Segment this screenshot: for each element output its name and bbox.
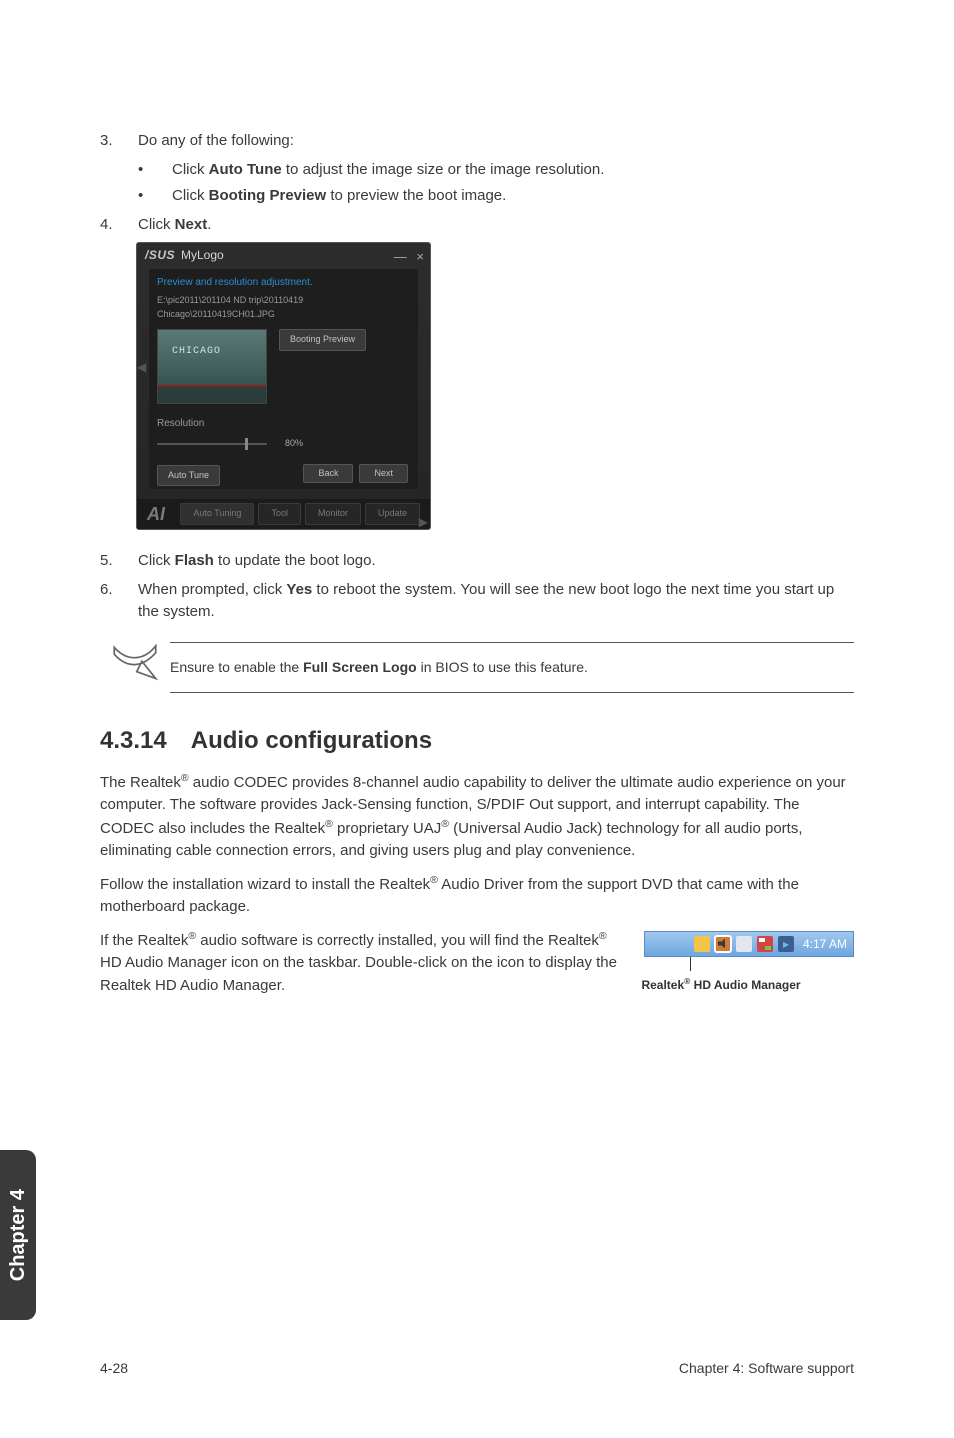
- bold-term: Flash: [175, 552, 214, 569]
- tray-time: 4:17 AM: [803, 935, 847, 953]
- tray-caption: Realtek® HD Audio Manager: [588, 975, 854, 994]
- pointer-line: [644, 957, 854, 973]
- text: to adjust the image size or the image re…: [282, 161, 605, 178]
- back-button[interactable]: Back: [303, 464, 353, 484]
- step-num: 6.: [100, 579, 138, 624]
- text: .: [207, 216, 211, 233]
- speaker-icon[interactable]: [715, 936, 731, 952]
- brand-logo: /SUS: [145, 246, 175, 264]
- thumbnail-watermark: CHICAGO: [172, 344, 221, 359]
- window-titlebar: /SUS MyLogo — ×: [137, 243, 430, 267]
- page-number: 4-28: [100, 1360, 128, 1376]
- file-path: E:\pic2011\201104 ND trip\20110419 Chica…: [157, 294, 410, 321]
- text: to update the boot logo.: [214, 552, 376, 569]
- bold-term: Booting Preview: [209, 187, 327, 204]
- step-num: 5.: [100, 550, 138, 573]
- text: Click: [138, 552, 175, 569]
- close-icon[interactable]: ×: [416, 249, 424, 264]
- paragraph: Follow the installation wizard to instal…: [100, 873, 854, 919]
- step-3b: • Click Booting Preview to preview the b…: [138, 185, 854, 208]
- note-text: in BIOS to use this feature.: [417, 659, 588, 675]
- note-icon: [100, 644, 170, 690]
- footer-brand: AI: [147, 501, 165, 528]
- footer-chapter: Chapter 4: Software support: [679, 1360, 854, 1376]
- resolution-slider[interactable]: [157, 443, 267, 445]
- chapter-tab: Chapter 4: [0, 1150, 36, 1320]
- step-5: 5. Click Flash to update the boot logo.: [100, 550, 854, 573]
- auto-tune-button[interactable]: Auto Tune: [157, 465, 220, 487]
- window-footer: AI Auto Tuning Tool Monitor Update: [137, 499, 430, 529]
- next-button[interactable]: Next: [359, 464, 408, 484]
- footer-tab-update[interactable]: Update: [365, 503, 420, 525]
- page-footer: 4-28 Chapter 4: Software support: [100, 1360, 854, 1376]
- step-3: 3. Do any of the following:: [100, 130, 854, 153]
- step-num: 3.: [100, 130, 138, 153]
- step-6: 6. When prompted, click Yes to reboot th…: [100, 579, 854, 624]
- bullet-dot: •: [138, 159, 172, 182]
- heading-number: 4.3.14: [100, 727, 167, 754]
- step-text: Do any of the following:: [138, 130, 854, 153]
- section-heading: 4.3.14 Audio configurations: [100, 723, 854, 759]
- tray-icon[interactable]: [778, 936, 794, 952]
- bullet-dot: •: [138, 185, 172, 208]
- panel-heading: Preview and resolution adjustment.: [157, 275, 410, 290]
- note-text: Ensure to enable the: [170, 659, 303, 675]
- tray-icon[interactable]: [736, 936, 752, 952]
- footer-tab-auto-tuning[interactable]: Auto Tuning: [180, 503, 254, 525]
- tray-callout: 4:17 AM Realtek® HD Audio Manager: [644, 931, 854, 994]
- footer-tab-tool[interactable]: Tool: [258, 503, 301, 525]
- resolution-percent: 80%: [285, 437, 303, 451]
- tray-icon[interactable]: [694, 936, 710, 952]
- note-box: Ensure to enable the Full Screen Logo in…: [100, 642, 854, 693]
- chapter-tab-label: Chapter 4: [7, 1189, 30, 1281]
- bold-term: Auto Tune: [209, 161, 282, 178]
- paragraph: The Realtek® audio CODEC provides 8-chan…: [100, 771, 854, 863]
- text: Click: [172, 161, 209, 178]
- step-3a: • Click Auto Tune to adjust the image si…: [138, 159, 854, 182]
- heading-title: Audio configurations: [191, 727, 432, 754]
- tray-icon[interactable]: [757, 936, 773, 952]
- bold-term: Yes: [286, 581, 312, 598]
- chevron-right-icon[interactable]: ▶: [419, 513, 428, 530]
- system-tray: 4:17 AM: [644, 931, 854, 957]
- minimize-icon[interactable]: —: [394, 249, 407, 264]
- bold-term: Full Screen Logo: [303, 659, 417, 675]
- preview-panel: Preview and resolution adjustment. E:\pi…: [149, 269, 418, 489]
- mylogo-window: /SUS MyLogo — × ◀ Preview and resolution…: [136, 242, 431, 530]
- resolution-label: Resolution: [157, 416, 410, 431]
- step-num: 4.: [100, 214, 138, 237]
- booting-preview-button[interactable]: Booting Preview: [279, 329, 366, 351]
- chevron-left-icon[interactable]: ◀: [137, 358, 146, 376]
- text: When prompted, click: [138, 581, 286, 598]
- window-title: MyLogo: [181, 246, 224, 264]
- text: Click: [138, 216, 175, 233]
- bold-term: Next: [175, 216, 208, 233]
- step-4: 4. Click Next.: [100, 214, 854, 237]
- footer-tab-monitor[interactable]: Monitor: [305, 503, 361, 525]
- image-thumbnail: CHICAGO: [157, 329, 267, 404]
- text: to preview the boot image.: [326, 187, 506, 204]
- text: Click: [172, 187, 209, 204]
